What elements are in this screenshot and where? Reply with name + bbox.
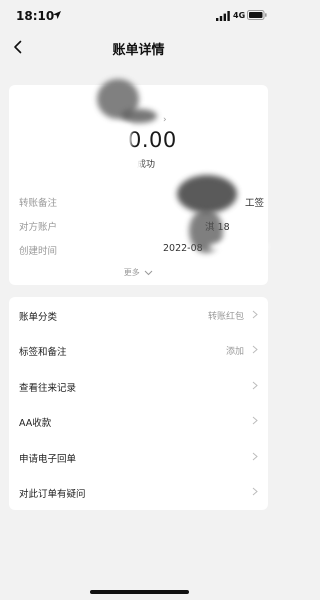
bill-actions-list: 账单分类 转账红包 标签和备注 添加 查看往来记录 AA收款 申请电子回单 对此…: [9, 297, 268, 510]
network-type: 4G: [233, 11, 246, 20]
chevron-down-icon: [144, 270, 153, 275]
list-item-bill-category[interactable]: 账单分类 转账红包: [9, 297, 268, 332]
list-item-label: AA收款: [19, 418, 52, 429]
detail-label-account: 对方账户: [19, 222, 58, 233]
bill-summary-card: › 000.00 成功 转账备注 工签 对方账户 淇 18 创建时间 2022-…: [9, 79, 269, 285]
chevron-right-icon: [252, 310, 258, 319]
home-indicator[interactable]: [90, 590, 189, 594]
details-redaction: [177, 175, 237, 213]
more-label: 更多: [123, 268, 140, 277]
list-item-aa-collect[interactable]: AA收款: [9, 403, 268, 438]
details-redaction-3: [239, 215, 261, 229]
chevron-right-icon: [252, 487, 258, 496]
list-item-value: 添加: [225, 347, 244, 357]
chevron-right-icon: [252, 345, 258, 354]
list-item-e-receipt[interactable]: 申请电子回单: [9, 439, 268, 474]
signal-strength-icon: [216, 11, 230, 21]
page-title: 账单详情: [112, 43, 165, 58]
more-toggle[interactable]: 更多: [9, 267, 268, 278]
payee-name-redaction: [121, 109, 157, 123]
list-item-label: 标签和备注: [19, 347, 67, 358]
transaction-amount: 000.00: [100, 128, 177, 152]
list-item-tags-notes[interactable]: 标签和备注 添加: [9, 332, 268, 367]
battery-icon: [247, 10, 267, 20]
list-item-value: 转账红包: [207, 312, 244, 322]
detail-label-remark: 转账备注: [19, 198, 58, 209]
chevron-right-icon: [252, 452, 258, 461]
list-item-label: 申请电子回单: [19, 454, 77, 465]
nav-bar: 账单详情: [0, 34, 277, 62]
status-bar: 18:10 4G: [0, 0, 277, 34]
list-item-label: 账单分类: [19, 312, 58, 323]
detail-label-created: 创建时间: [19, 246, 58, 257]
location-arrow-icon: [53, 11, 61, 19]
list-item-order-question[interactable]: 对此订单有疑问: [9, 474, 268, 509]
details-redaction-4: [209, 241, 269, 253]
detail-value-remark: 工签: [245, 198, 265, 209]
list-item-label: 对此订单有疑问: [19, 489, 86, 500]
payee-chevron-icon[interactable]: ›: [163, 115, 167, 125]
list-item-label: 查看往来记录: [19, 383, 77, 394]
chevron-right-icon: [252, 381, 258, 390]
status-redaction: [117, 155, 141, 171]
status-time: 18:10: [16, 9, 55, 23]
chevron-right-icon: [252, 416, 258, 425]
list-item-history[interactable]: 查看往来记录: [9, 368, 268, 403]
amount-redaction: [91, 125, 131, 155]
